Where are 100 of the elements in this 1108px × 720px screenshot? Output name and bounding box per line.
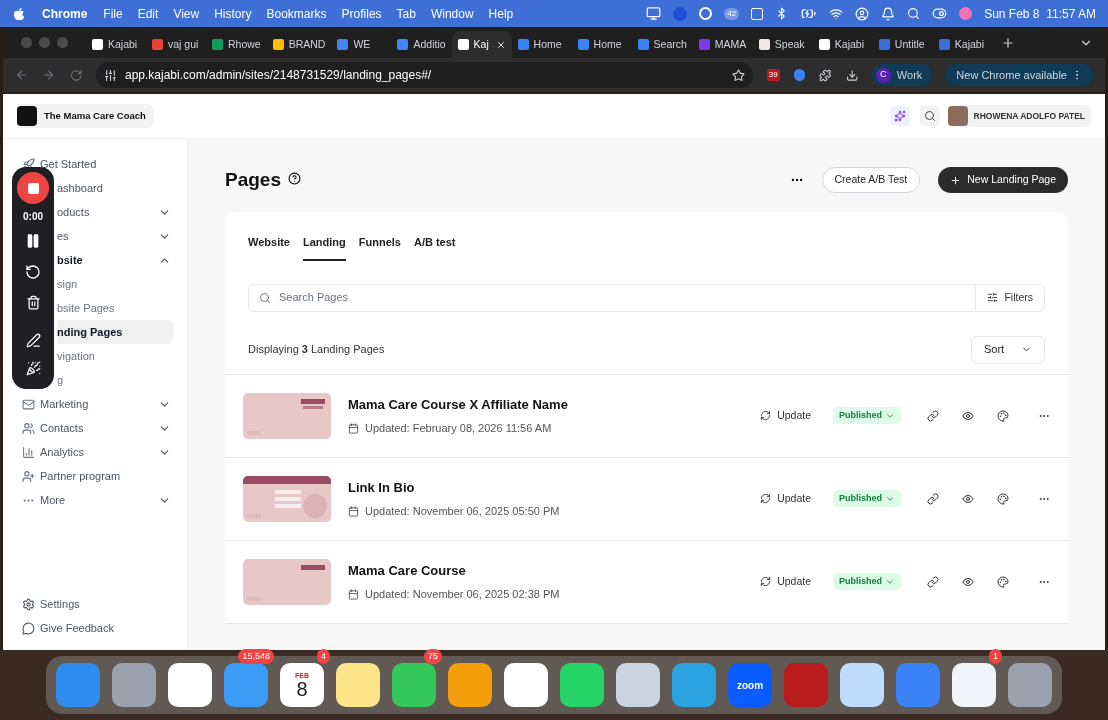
screen-share-icon[interactable] (646, 6, 662, 21)
sidebar-item[interactable]: oducts (57, 200, 173, 224)
sidebar-item[interactable]: More (17, 488, 173, 512)
clock[interactable]: Sun Feb 8 11:57 AM (984, 4, 1096, 23)
app-icon[interactable] (336, 663, 380, 707)
status-dropdown[interactable]: Published (833, 573, 901, 590)
app-icon[interactable] (392, 663, 436, 707)
landing-page-row[interactable]: Mama Care Course Updated: November 06, 2025 02:38 PM Update Published (225, 540, 1068, 624)
menu-item[interactable]: Help (488, 4, 514, 23)
link-icon[interactable] (927, 492, 939, 505)
browser-tab[interactable]: WE (331, 31, 392, 58)
tab[interactable]: Funnels (358, 234, 401, 261)
landing-page-row[interactable]: Link In Bio Updated: November 06, 2025 05:50 PM Update Published (225, 457, 1068, 541)
app-icon[interactable] (560, 663, 604, 707)
sidebar-item[interactable]: Contacts (17, 416, 173, 440)
create-ab-test-button[interactable]: Create A/B Test (821, 167, 921, 193)
download-icon[interactable] (845, 68, 858, 82)
browser-tab[interactable]: Home (571, 31, 632, 58)
pen-icon[interactable] (25, 333, 41, 348)
sidebar-item[interactable]: Partner program (17, 464, 173, 488)
menu-item[interactable]: Chrome (42, 4, 88, 23)
browser-tab[interactable]: Kaj (451, 31, 512, 58)
app-icon[interactable] (840, 663, 884, 707)
browser-tab[interactable]: vaj gui (146, 31, 206, 58)
app-icon[interactable] (168, 663, 212, 707)
sparkle-icon[interactable] (889, 106, 910, 126)
browser-tab[interactable]: Kajabi (812, 31, 873, 58)
back-icon[interactable] (15, 68, 29, 82)
menu-item[interactable]: Bookmarks (266, 4, 327, 23)
sidebar-subitem[interactable]: vigation (57, 344, 173, 368)
profile-button[interactable]: C Work (871, 64, 933, 86)
tab[interactable]: A/B test (413, 234, 456, 261)
sidebar-subitem[interactable]: g (57, 368, 173, 392)
palette-icon[interactable] (997, 575, 1009, 588)
battery-icon[interactable] (800, 6, 818, 21)
sidebar-item[interactable]: Marketing (17, 392, 173, 416)
browser-tab[interactable]: Additio (391, 31, 452, 58)
browser-tab[interactable]: MAMA (692, 31, 753, 58)
palette-icon[interactable] (997, 409, 1009, 422)
app-icon[interactable]: zoom (728, 663, 772, 707)
status-dropdown[interactable]: Published (833, 490, 901, 507)
new-landing-page-button[interactable]: New Landing Page (938, 167, 1068, 193)
site-settings-icon[interactable] (104, 68, 117, 82)
browser-tab[interactable]: Home (511, 31, 572, 58)
preview-icon[interactable] (962, 409, 974, 422)
palette-icon[interactable] (997, 492, 1009, 505)
site-switcher[interactable]: The Mama Care Coach (17, 104, 154, 128)
browser-tab[interactable]: Kajabi (932, 31, 993, 58)
control-center-icon[interactable] (932, 6, 948, 21)
user-menu[interactable]: RHOWENA ADOLFO PATEL (947, 105, 1091, 127)
trash-icon[interactable] (25, 295, 41, 310)
close-icon[interactable] (495, 39, 506, 50)
sidebar-subitem[interactable]: bsite Pages (57, 296, 173, 320)
app-icon[interactable] (112, 663, 156, 707)
star-icon[interactable] (731, 68, 745, 82)
apple-icon[interactable] (12, 6, 26, 21)
menu-item[interactable]: File (103, 4, 123, 23)
stop-button[interactable] (17, 172, 49, 204)
search-icon[interactable] (919, 106, 940, 126)
browser-tab[interactable]: Kajabi (86, 31, 146, 58)
link-icon[interactable] (927, 575, 939, 588)
browser-tab[interactable]: Speak (752, 31, 813, 58)
app-icon[interactable] (616, 663, 660, 707)
notification-icon[interactable] (881, 6, 896, 21)
new-tab-icon[interactable] (1000, 35, 1015, 50)
page-name[interactable]: Mama Care Course X Affiliate Name (348, 394, 568, 414)
sidebar-item[interactable]: ashboard (57, 176, 173, 200)
page-name[interactable]: Mama Care Course (348, 560, 560, 580)
menu-item[interactable]: Window (430, 4, 474, 23)
update-button[interactable]: Update (760, 407, 811, 424)
sidebar-item[interactable]: es (57, 224, 173, 248)
filters-button[interactable]: Filters (976, 283, 1045, 312)
reload-icon[interactable] (69, 68, 82, 82)
extensions-icon[interactable] (819, 68, 832, 82)
sidebar-item[interactable]: bsite (57, 248, 173, 272)
pause-icon[interactable] (25, 233, 41, 249)
sidebar-subitem[interactable]: nding Pages (57, 320, 173, 344)
extension-icon[interactable] (793, 69, 806, 81)
search-icon[interactable] (907, 7, 921, 20)
sidebar-subitem[interactable]: sign (57, 272, 173, 296)
menu-item[interactable]: Edit (137, 4, 159, 23)
update-button[interactable]: Update (760, 573, 811, 590)
party-popper-icon[interactable] (25, 361, 41, 376)
preview-icon[interactable] (962, 492, 974, 505)
sidebar-item[interactable]: Settings (17, 592, 173, 616)
menu-item[interactable]: Profiles (341, 4, 382, 23)
tab[interactable]: Website (248, 234, 290, 261)
status-dropdown[interactable]: Published (833, 407, 901, 424)
app-icon[interactable] (504, 663, 548, 707)
browser-tab[interactable]: Search (631, 31, 693, 58)
restart-icon[interactable] (25, 264, 41, 280)
menu-item[interactable]: History (214, 4, 252, 23)
app-icon[interactable] (1008, 663, 1052, 707)
search-field[interactable]: Search Pages (248, 283, 977, 312)
page-name[interactable]: Link In Bio (348, 477, 560, 497)
sort-dropdown[interactable]: Sort (971, 335, 1045, 364)
user-icon[interactable] (855, 6, 870, 21)
link-icon[interactable] (927, 409, 939, 422)
update-button[interactable]: Update (760, 490, 811, 507)
wifi-icon[interactable] (829, 6, 844, 21)
